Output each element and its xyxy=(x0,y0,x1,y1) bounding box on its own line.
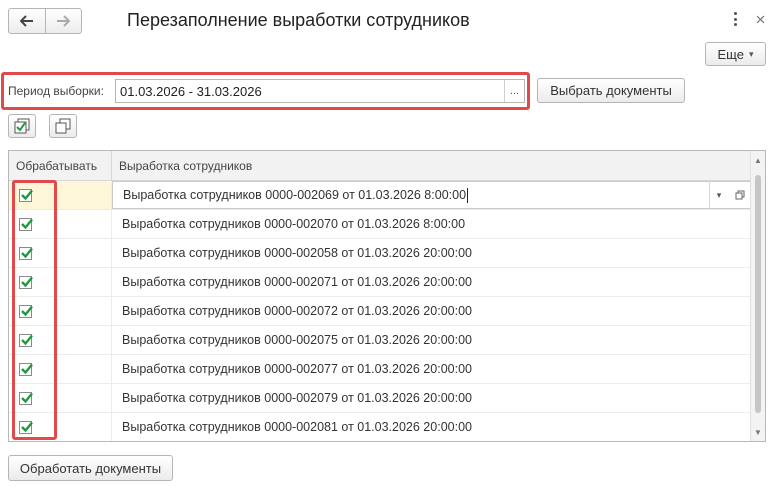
arrow-right-icon xyxy=(57,15,71,27)
forward-button[interactable] xyxy=(45,8,82,34)
documents-table[interactable]: Обрабатывать Выработка сотрудников Выраб… xyxy=(8,150,766,442)
document-link-text: Выработка сотрудников 0000-002081 от 01.… xyxy=(122,420,472,434)
table-header: Обрабатывать Выработка сотрудников xyxy=(9,151,752,181)
arrow-left-icon xyxy=(19,15,33,27)
copy-icon xyxy=(55,118,71,134)
navigation-buttons xyxy=(8,8,82,34)
more-button-label: Еще xyxy=(717,46,744,62)
checkbox-column-highlight xyxy=(12,180,57,440)
document-cell[interactable]: Выработка сотрудников 0000-002071 от 01.… xyxy=(112,268,752,296)
column-header-document[interactable]: Выработка сотрудников xyxy=(112,151,752,180)
period-field[interactable]: 01.03.2026 - 31.03.2026 ... xyxy=(115,79,525,103)
uncheck-all-button[interactable] xyxy=(49,114,77,138)
document-link-text: Выработка сотрудников 0000-002072 от 01.… xyxy=(122,304,472,318)
document-cell[interactable]: Выработка сотрудников 0000-002070 от 01.… xyxy=(112,210,752,238)
more-vertical-icon[interactable] xyxy=(729,9,741,29)
text-cursor xyxy=(467,187,469,203)
table-row[interactable]: Выработка сотрудников 0000-002058 от 01.… xyxy=(9,239,752,268)
vertical-scrollbar[interactable]: ▲ ▼ xyxy=(750,151,765,441)
period-select-button[interactable]: ... xyxy=(504,80,524,102)
period-input[interactable]: 01.03.2026 - 31.03.2026 xyxy=(116,84,504,99)
select-documents-button[interactable]: Выбрать документы xyxy=(537,78,685,103)
close-icon[interactable] xyxy=(753,10,767,28)
document-cell[interactable]: Выработка сотрудников 0000-002077 от 01.… xyxy=(112,355,752,383)
table-row[interactable]: Выработка сотрудников 0000-002072 от 01.… xyxy=(9,297,752,326)
document-link-text: Выработка сотрудников 0000-002070 от 01.… xyxy=(122,217,466,231)
check-all-icon xyxy=(14,118,30,134)
check-all-button[interactable] xyxy=(8,114,36,138)
document-cell[interactable]: Выработка сотрудников 0000-002081 от 01.… xyxy=(112,413,752,441)
table-row[interactable]: Выработка сотрудников 0000-002079 от 01.… xyxy=(9,384,752,413)
document-link-text: Выработка сотрудников 0000-002071 от 01.… xyxy=(122,275,472,289)
scrollbar-thumb[interactable] xyxy=(755,175,761,413)
chevron-down-icon: ▾ xyxy=(748,48,754,59)
document-link-text: Выработка сотрудников 0000-002079 от 01.… xyxy=(122,391,472,405)
document-cell[interactable]: Выработка сотрудников 0000-002075 от 01.… xyxy=(112,326,752,354)
document-cell[interactable]: Выработка сотрудников 0000-002058 от 01.… xyxy=(112,239,752,267)
more-button[interactable]: Еще ▾ xyxy=(705,42,766,66)
open-form-icon[interactable] xyxy=(730,181,750,209)
table-row[interactable]: Выработка сотрудников 0000-002071 от 01.… xyxy=(9,268,752,297)
table-row[interactable]: Выработка сотрудников 0000-002077 от 01.… xyxy=(9,355,752,384)
cell-dropdown-icon[interactable]: ▾ xyxy=(709,181,728,209)
table-row[interactable]: Выработка сотрудников 0000-002069 от 01.… xyxy=(9,181,752,210)
scroll-up-icon[interactable]: ▲ xyxy=(751,153,765,167)
document-cell[interactable]: Выработка сотрудников 0000-002072 от 01.… xyxy=(112,297,752,325)
table-row[interactable]: Выработка сотрудников 0000-002070 от 01.… xyxy=(9,210,752,239)
document-link-text: Выработка сотрудников 0000-002077 от 01.… xyxy=(122,362,472,376)
page-title: Перезаполнение выработки сотрудников xyxy=(127,10,470,30)
table-row[interactable]: Выработка сотрудников 0000-002081 от 01.… xyxy=(9,413,752,441)
table-body: Выработка сотрудников 0000-002069 от 01.… xyxy=(9,181,752,441)
column-header-process[interactable]: Обрабатывать xyxy=(9,151,112,180)
table-row[interactable]: Выработка сотрудников 0000-002075 от 01.… xyxy=(9,326,752,355)
process-documents-button[interactable]: Обработать документы xyxy=(8,455,173,481)
document-link-text: Выработка сотрудников 0000-002058 от 01.… xyxy=(122,246,472,260)
document-cell[interactable]: Выработка сотрудников 0000-002069 от 01.… xyxy=(112,181,752,209)
document-cell[interactable]: Выработка сотрудников 0000-002079 от 01.… xyxy=(112,384,752,412)
scroll-down-icon[interactable]: ▼ xyxy=(751,425,765,439)
document-link-text: Выработка сотрудников 0000-002075 от 01.… xyxy=(122,333,472,347)
period-label: Период выборки: xyxy=(8,84,104,98)
document-link-text: Выработка сотрудников 0000-002069 от 01.… xyxy=(123,188,467,202)
back-button[interactable] xyxy=(8,8,46,34)
